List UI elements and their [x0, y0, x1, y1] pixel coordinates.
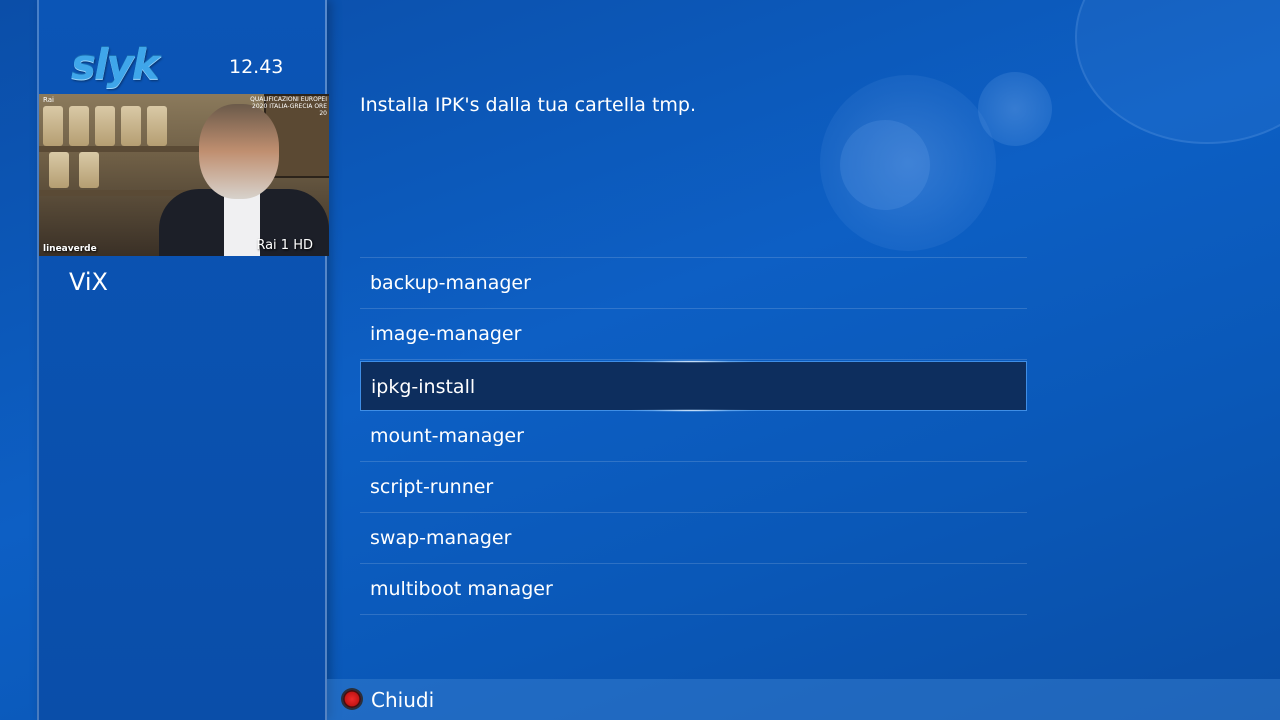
red-button-icon[interactable]: [343, 690, 361, 708]
preview-jar: [95, 106, 115, 146]
menu-item-script-runner[interactable]: script-runner: [360, 462, 1027, 513]
preview-jar: [69, 106, 89, 146]
preview-jar: [147, 106, 167, 146]
network-tag: Rai: [43, 96, 54, 104]
preview-shelf: [39, 190, 199, 196]
item-description: Installa IPK's dalla tua cartella tmp.: [360, 94, 697, 116]
clock: 12.43: [229, 56, 284, 78]
preview-person: [224, 189, 260, 256]
close-button-label[interactable]: Chiudi: [371, 688, 434, 712]
preview-jar: [43, 106, 63, 146]
preview-jar: [49, 152, 69, 188]
background-bokeh: [820, 75, 996, 251]
menu-item-ipkg-install[interactable]: ipkg-install: [360, 360, 1027, 412]
menu-item-image-manager[interactable]: image-manager: [360, 309, 1027, 360]
menu-item-backup-manager[interactable]: backup-manager: [360, 258, 1027, 309]
tv-preview: Rai QUALIFICAZIONI EUROPEI 2020 ITALIA-G…: [39, 94, 329, 256]
footer-bar: Chiudi: [327, 679, 1280, 720]
menu-list: backup-manager image-manager ipkg-instal…: [360, 257, 1027, 615]
channel-name: Rai 1 HD: [256, 238, 313, 253]
preview-overlay-text: QUALIFICAZIONI EUROPEI 2020 ITALIA-GRECI…: [250, 96, 327, 117]
background-bokeh: [978, 72, 1052, 146]
menu-item-mount-manager[interactable]: mount-manager: [360, 411, 1027, 462]
background-bokeh: [840, 120, 930, 210]
slyk-logo: slyk: [71, 40, 160, 89]
menu-item-multiboot-manager[interactable]: multiboot manager: [360, 564, 1027, 615]
menu-title: ViX: [69, 268, 108, 296]
show-logo: lineaverde: [43, 244, 97, 254]
preview-person: [199, 104, 279, 199]
menu-item-swap-manager[interactable]: swap-manager: [360, 513, 1027, 564]
sidebar-panel: slyk 12.43 Rai QUALIFICAZIONI EUROPEI 20…: [37, 0, 329, 720]
preview-jar: [121, 106, 141, 146]
preview-jar: [79, 152, 99, 188]
background-bokeh: [1075, 0, 1280, 144]
